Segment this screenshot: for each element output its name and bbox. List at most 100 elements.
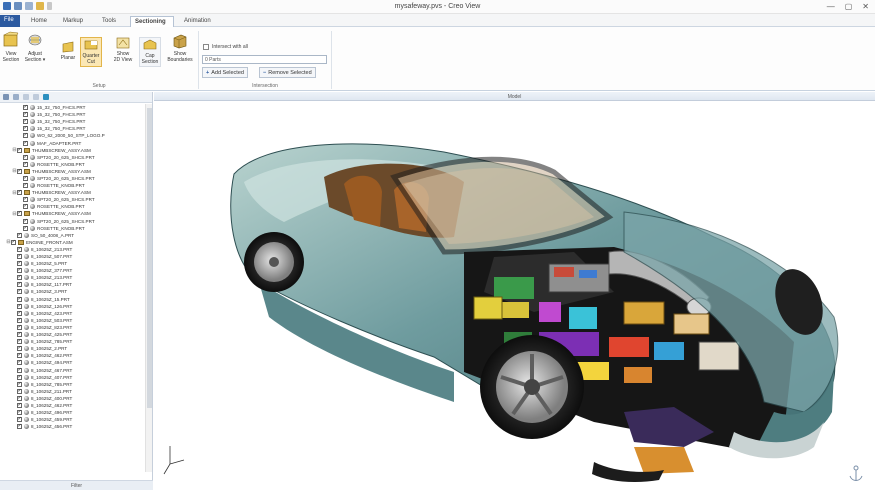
tree-part-row[interactable]: 8_10625Z_126.PRT	[0, 303, 146, 310]
visibility-checkbox[interactable]	[17, 324, 22, 330]
visibility-checkbox[interactable]	[17, 338, 22, 345]
tree-part-row[interactable]: 8_10625Z_496.PRT	[0, 409, 146, 416]
collapse-icon[interactable]	[13, 94, 19, 100]
visibility-checkbox[interactable]	[23, 175, 28, 181]
visibility-checkbox[interactable]	[17, 232, 22, 238]
tree-part-row[interactable]: 8_10625Z_503.PRT	[0, 317, 146, 324]
tree-assembly-row[interactable]: ⊟THUMBSCREW_ASSY.ASM	[0, 210, 146, 217]
view-section-button[interactable]: View Section	[1, 31, 21, 63]
scrollbar-thumb[interactable]	[147, 108, 152, 408]
tree-part-row[interactable]: 8_10625Z_213.PRT	[0, 246, 146, 253]
visibility-checkbox[interactable]	[17, 359, 22, 366]
quarter-cut-button[interactable]: Quarter Cut	[80, 37, 102, 67]
visibility-checkbox[interactable]	[23, 218, 28, 224]
tree-part-row[interactable]: 8_10625Z_467.PRT	[0, 366, 146, 373]
tab-tools[interactable]: Tools	[98, 16, 120, 27]
tree-part-row[interactable]: SPT20_20_625_SHCS.PRT	[0, 154, 146, 161]
tree-part-row[interactable]: 8_10625Z_423.PRT	[0, 310, 146, 317]
tab-markup[interactable]: Markup	[59, 16, 87, 27]
tree-part-row[interactable]: 8_10625Z_211.PRT	[0, 388, 146, 395]
tree-part-row[interactable]: ROSETTE_KNOB.PRT	[0, 161, 146, 168]
expand-icon[interactable]	[3, 94, 9, 100]
visibility-checkbox[interactable]	[17, 274, 22, 281]
tree-part-row[interactable]: 8_10625Z_377.PRT	[0, 267, 146, 274]
visibility-checkbox[interactable]	[23, 118, 28, 125]
visibility-checkbox[interactable]	[17, 310, 22, 316]
tree-part-row[interactable]: 8_10625Z_462.PRT	[0, 352, 146, 359]
tree-part-row[interactable]: 8_10625Z_785.PRT	[0, 338, 146, 345]
tree-part-row[interactable]: 8_10625Z_213.PRT	[0, 274, 146, 281]
visibility-checkbox[interactable]	[17, 409, 22, 416]
visibility-checkbox[interactable]	[23, 161, 28, 167]
tree-part-row[interactable]: 8_10625Z_785.PRT	[0, 381, 146, 388]
visibility-checkbox[interactable]	[17, 210, 22, 217]
visibility-checkbox[interactable]	[23, 182, 28, 189]
visibility-checkbox[interactable]	[17, 260, 22, 267]
visibility-checkbox[interactable]	[17, 381, 22, 387]
tree-assembly-row[interactable]: ⊟THUMBSCREW_ASSY.ASM	[0, 147, 146, 154]
tree-assembly-row[interactable]: ⊟THUMBSCREW_ASSY.ASM	[0, 168, 146, 175]
parts-field[interactable]: 0 Parts	[202, 55, 327, 64]
visibility-checkbox[interactable]	[17, 352, 22, 359]
tree-part-row[interactable]: 8_10625Z_117.PRT	[0, 281, 146, 288]
remove-selected-button[interactable]: − Remove Selected	[259, 67, 316, 78]
visibility-checkbox[interactable]	[17, 253, 22, 260]
visibility-checkbox[interactable]	[23, 104, 28, 111]
visibility-checkbox[interactable]	[17, 395, 22, 401]
tab-home[interactable]: Home	[27, 16, 51, 27]
tree-part-row[interactable]: 15_32_750_FHCS.PRT	[0, 104, 146, 111]
cap-section-button[interactable]: Cap Section	[139, 37, 161, 67]
visibility-checkbox[interactable]	[17, 303, 22, 309]
visibility-checkbox[interactable]	[17, 416, 22, 423]
tab-file[interactable]: File	[0, 15, 20, 27]
tree-part-row[interactable]: 8_10625Z_425.PRT	[0, 331, 146, 338]
visibility-checkbox[interactable]	[23, 154, 28, 160]
tree-assembly-row[interactable]: ⊟ENGINE_FRONT.ASM	[0, 239, 146, 246]
back-icon[interactable]	[23, 94, 29, 100]
tab-sectioning[interactable]: Sectioning	[130, 16, 174, 27]
minimize-button[interactable]: —	[827, 2, 835, 11]
tree-options-icon[interactable]	[43, 94, 49, 100]
visibility-checkbox[interactable]	[17, 281, 22, 288]
visibility-checkbox[interactable]	[23, 111, 28, 118]
adjust-section-button[interactable]: Adjust Section ▾	[23, 31, 47, 63]
tree-part-row[interactable]: 15_32_750_FHCS.PRT	[0, 111, 146, 118]
tree-part-row[interactable]: 8_10625Z_494.PRT	[0, 359, 146, 366]
tree-part-row[interactable]: 8_10625Z_823.PRT	[0, 324, 146, 331]
maximize-button[interactable]: ▢	[845, 2, 853, 11]
visibility-checkbox[interactable]	[17, 388, 22, 394]
tree-part-row[interactable]: ROSETTE_KNOB.PRT	[0, 203, 146, 210]
intersect-with-all-checkbox[interactable]: Intersect with all	[203, 44, 248, 50]
visibility-checkbox[interactable]	[23, 225, 28, 231]
visibility-checkbox[interactable]	[17, 296, 22, 302]
tree-part-row[interactable]: WO_62_2000_50_STP_LOGO.P	[0, 132, 146, 139]
tree-part-row[interactable]: 8_10625Z_456.PRT	[0, 423, 146, 430]
tree-part-row[interactable]: 8_10625Z_507.PRT	[0, 253, 146, 260]
visibility-checkbox[interactable]	[17, 331, 22, 338]
visibility-checkbox[interactable]	[23, 196, 28, 203]
tree-part-row[interactable]: 8_10625Z_5.PRT	[0, 260, 146, 267]
visibility-checkbox[interactable]	[23, 132, 28, 139]
visibility-checkbox[interactable]	[17, 374, 22, 380]
visibility-checkbox[interactable]	[23, 140, 28, 146]
planar-button[interactable]: Planar	[57, 41, 79, 61]
tree-part-row[interactable]: SO_50_4008_A.PRT	[0, 232, 146, 239]
tree-part-row[interactable]: 15_32_750_FHCS.PRT	[0, 118, 146, 125]
visibility-checkbox[interactable]	[17, 267, 22, 274]
visibility-checkbox[interactable]	[17, 345, 22, 352]
visibility-checkbox[interactable]	[17, 402, 22, 408]
tree-assembly-row[interactable]: ⊟THUMBSCREW_ASSY.ASM	[0, 189, 146, 196]
show-2d-view-button[interactable]: Show 2D View	[110, 37, 136, 63]
tree-part-row[interactable]: SPT20_20_625_SHCS.PRT	[0, 175, 146, 182]
tree-part-row[interactable]: 8_10625Z_3.PRT	[0, 288, 146, 295]
visibility-checkbox[interactable]	[17, 423, 22, 430]
tree-scrollbar[interactable]	[145, 104, 152, 472]
visibility-checkbox[interactable]	[17, 189, 22, 196]
visibility-checkbox[interactable]	[17, 367, 22, 373]
add-selected-button[interactable]: + Add Selected	[202, 67, 248, 78]
model-viewport[interactable]: Model	[154, 92, 875, 490]
tree-part-row[interactable]: 15_32_750_FHCS.PRT	[0, 125, 146, 132]
show-boundaries-button[interactable]: Show Boundaries	[164, 33, 196, 63]
tree-part-row[interactable]: 8_10625Z_459.PRT	[0, 416, 146, 423]
close-button[interactable]: ✕	[862, 2, 869, 11]
